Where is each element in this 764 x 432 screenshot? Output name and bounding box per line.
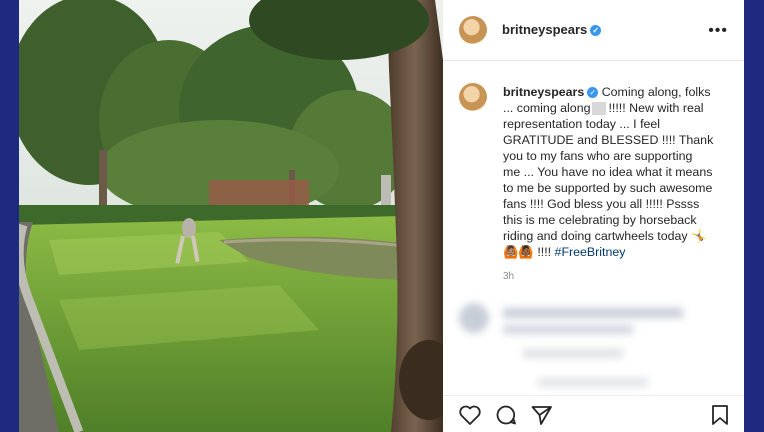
avatar[interactable]	[459, 16, 487, 44]
frame-border-right	[744, 0, 764, 432]
blurred-comment-line	[503, 325, 633, 334]
blurred-comment-line	[523, 349, 623, 358]
blurred-comment-line	[503, 308, 683, 318]
header-username[interactable]: britneyspears ✓	[502, 22, 602, 37]
caption-line: to me be supported by such awesome	[503, 181, 713, 195]
post-time: 3h	[503, 271, 515, 282]
caption-username[interactable]: britneyspears	[503, 85, 584, 99]
emoji-pair: 🙆🏽🙆🏾	[503, 245, 534, 259]
caption-line: you to my fans who are supporting	[503, 149, 693, 163]
frame-border-left	[0, 0, 19, 432]
post-header: britneyspears ✓ •••	[443, 0, 744, 61]
share-icon[interactable]	[530, 404, 554, 426]
post-actions-bar	[443, 395, 744, 432]
caption-line: Coming along, folks	[601, 85, 711, 99]
caption-tail: !!!!	[537, 245, 552, 259]
header-username-text[interactable]: britneyspears	[502, 22, 587, 37]
verified-badge-icon: ✓	[587, 87, 599, 99]
caption-line: !!!!! New with real	[608, 101, 704, 115]
heart-icon[interactable]	[458, 404, 482, 426]
redacted-text	[592, 102, 607, 116]
post-caption: britneyspears ✓ Coming along, folks ... c…	[503, 84, 725, 260]
caption-line: representation today ... I feel	[503, 117, 661, 131]
post-details-panel: britneyspears ✓ ••• britneyspears ✓ Coming…	[443, 0, 744, 432]
blurred-comment-line	[538, 378, 648, 387]
comment-icon[interactable]	[494, 404, 518, 426]
caption-line: this is me celebrating by horseback	[503, 213, 697, 227]
caption-line: GRATITUDE and BLESSED !!!! Thank	[503, 133, 714, 147]
bookmark-icon[interactable]	[709, 404, 731, 426]
blurred-comment-avatar	[459, 303, 489, 333]
caption-line: riding and doing cartwheels today	[503, 229, 688, 243]
post-photo	[19, 0, 443, 432]
caption-line: me ... You have no idea what it means	[503, 165, 713, 179]
verified-badge-icon: ✓	[590, 25, 602, 37]
cartwheel-emoji: 🤸	[691, 229, 707, 243]
caption-line: fans !!!! God bless you all !!!!! Pssss	[503, 197, 700, 211]
hashtag-link[interactable]: #FreeBritney	[555, 245, 626, 259]
more-options-icon[interactable]: •••	[708, 22, 728, 40]
caption-avatar[interactable]	[459, 83, 487, 111]
post-media[interactable]	[19, 0, 443, 432]
caption-line: ... coming along	[503, 101, 591, 115]
